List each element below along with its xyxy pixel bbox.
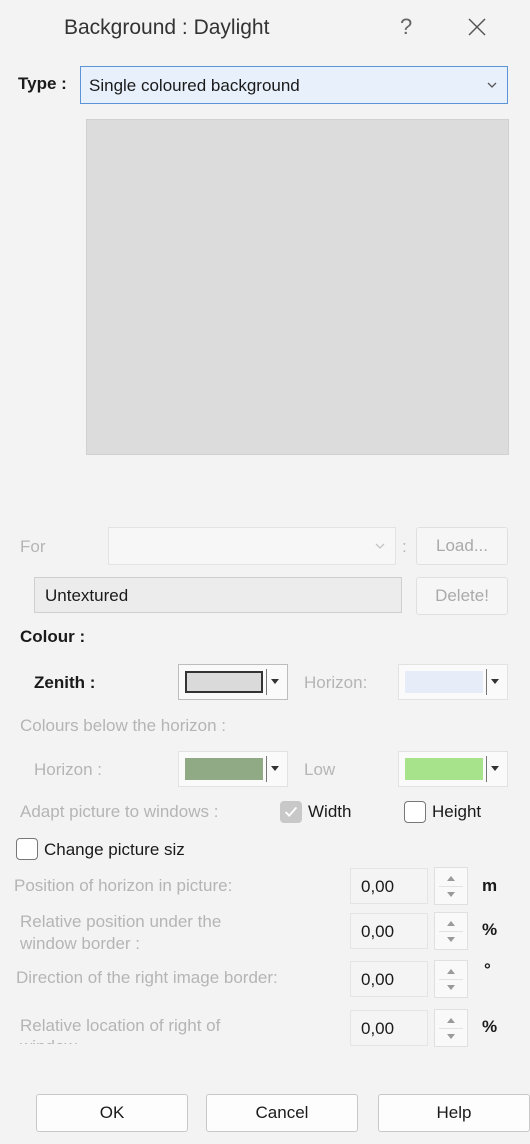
param-value: 0,00 [361,1019,395,1038]
param-input[interactable]: 0,00 [350,1010,428,1046]
checkmark-icon [284,806,298,817]
param-value: 0,00 [361,970,395,989]
width-label: Width [308,802,352,821]
cancel-button[interactable]: Cancel [206,1094,358,1132]
window-title: Background : Daylight [64,16,270,39]
zenith-swatch [185,671,263,693]
param-value: 0,00 [361,877,395,896]
help-question-button[interactable]: ? [400,14,412,40]
load-button[interactable]: Load... [416,527,508,565]
horizon-color-picker[interactable] [398,664,508,700]
height-checkbox[interactable] [404,801,426,823]
param-label-line1: Relative location of right of [20,1016,221,1035]
param-label: Position of horizon in picture: [14,876,233,895]
param-unit: ° [484,960,491,979]
spin-up-icon[interactable] [447,1018,455,1023]
param-spinner[interactable] [434,912,468,950]
for-select[interactable] [108,527,396,565]
below-horizon-swatch [185,758,263,780]
param-input[interactable]: 0,00 [350,961,428,997]
param-value: 0,00 [361,922,395,941]
chevron-down-icon [487,82,497,88]
texture-name-field[interactable]: Untextured [34,577,402,613]
dropdown-arrow-icon [491,766,499,771]
height-label: Height [432,802,482,821]
horizon-label: Horizon: [304,673,368,692]
param-input[interactable]: 0,00 [350,868,428,904]
dropdown-arrow-icon [271,679,279,684]
spin-down-icon[interactable] [447,1034,455,1039]
type-select[interactable]: Single coloured background [80,66,508,104]
close-icon[interactable] [466,16,488,38]
change-size-label: Change picture siz [44,840,185,859]
spin-up-icon[interactable] [447,969,455,974]
change-size-checkbox[interactable] [16,838,38,860]
param-unit: % [482,1017,498,1036]
param-label-line1: Relative position under the [20,912,222,931]
type-label: Type : [18,74,67,93]
help-button[interactable]: Help [378,1094,530,1132]
spin-up-icon[interactable] [447,876,455,881]
ok-button[interactable]: OK [36,1094,188,1132]
zenith-label: Zenith : [34,673,96,692]
dropdown-arrow-icon [491,679,499,684]
param-spinner[interactable] [434,1009,468,1047]
title-bar: Background : Daylight ? [0,0,530,62]
horizon-swatch [405,671,483,693]
below-horizon-color-picker[interactable] [178,751,288,787]
dropdown-arrow-icon [271,766,279,771]
chevron-down-icon [375,543,385,549]
low-swatch [405,758,483,780]
param-unit: m [482,876,498,895]
param-label-line2: window [20,1037,77,1044]
below-horizon-label: Horizon : [34,760,103,779]
param-input[interactable]: 0,00 [350,913,428,949]
type-select-value: Single coloured background [89,76,300,95]
below-horizon-heading: Colours below the horizon : [20,716,227,735]
for-label: For [20,537,46,556]
param-spinner[interactable] [434,960,468,998]
spin-down-icon[interactable] [447,985,455,990]
param-unit: % [482,920,498,939]
width-checkbox[interactable] [280,801,302,823]
adapt-label: Adapt picture to windows : [20,802,219,821]
spin-down-icon[interactable] [447,892,455,897]
low-color-picker[interactable] [398,751,508,787]
background-preview [86,119,509,455]
colour-heading: Colour : [20,627,86,646]
for-separator: : [402,537,407,556]
low-label: Low [304,760,336,779]
delete-button[interactable]: Delete! [416,577,508,615]
spin-down-icon[interactable] [447,937,455,942]
spin-up-icon[interactable] [447,921,455,926]
param-label: Direction of the right image border: [16,968,278,987]
param-spinner[interactable] [434,867,468,905]
zenith-color-picker[interactable] [178,664,288,700]
param-label-line2: window border : [20,934,141,953]
texture-name-value: Untextured [45,586,129,605]
